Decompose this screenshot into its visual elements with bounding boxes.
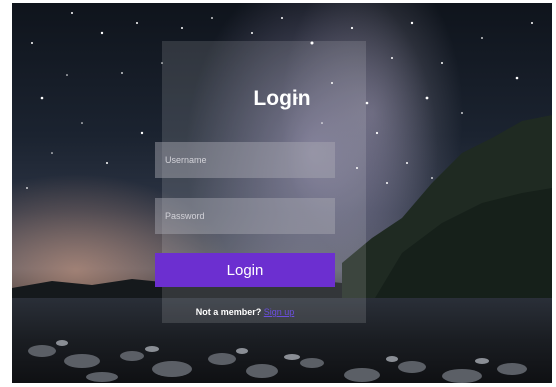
login-button-label: Login: [226, 261, 264, 279]
rocks-foreground: [28, 340, 527, 383]
login-button[interactable]: Login: [155, 253, 335, 287]
password-input[interactable]: [155, 198, 335, 234]
username-input[interactable]: [155, 142, 335, 178]
login-title: Login: [253, 87, 311, 110]
signup-row: Not a member? Sign up: [155, 307, 335, 317]
member-prompt: Not a member?: [195, 307, 262, 317]
signup-link[interactable]: Sign up: [264, 307, 295, 317]
background-photo: Login: [12, 3, 552, 383]
